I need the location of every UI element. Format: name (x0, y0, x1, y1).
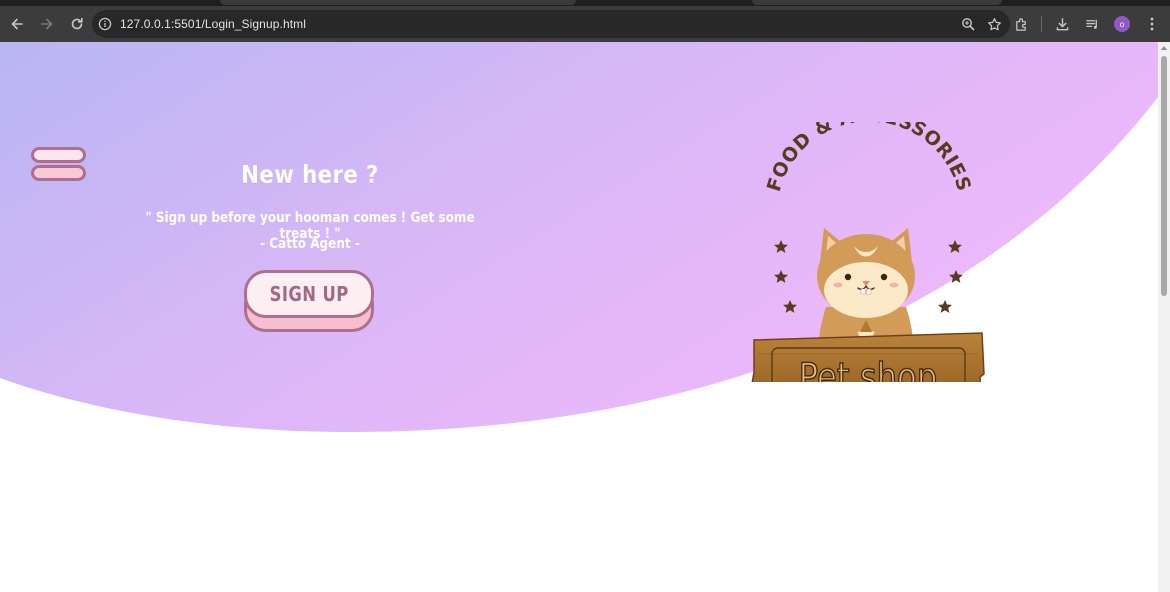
toolbar-actions: o (1009, 10, 1164, 38)
page-viewport: New here ? " Sign up before your hooman … (0, 42, 1158, 592)
zoom-icon (962, 18, 975, 31)
panel-title: New here ? (241, 160, 379, 189)
browser-toolbar: 127.0.0.1:5501/Login_Signup.html o (0, 6, 1170, 42)
tab-hint-left[interactable] (220, 0, 576, 5)
sign-up-button-face: SIGN UP (244, 270, 374, 318)
logo-sign-text: Pet shop (799, 356, 938, 382)
bookmark-button[interactable] (986, 16, 1002, 32)
tab-hint-right[interactable] (752, 0, 1002, 5)
download-icon (1056, 17, 1068, 30)
zoom-button[interactable] (960, 16, 976, 32)
scrollbar-thumb[interactable] (1161, 56, 1167, 296)
address-bar[interactable]: 127.0.0.1:5501/Login_Signup.html (92, 10, 1010, 38)
reload-icon (71, 17, 83, 30)
arrow-left-icon (11, 18, 23, 30)
profile-button[interactable]: o (1110, 10, 1134, 38)
extensions-button[interactable] (1009, 10, 1033, 38)
menu-toggle-bar (31, 147, 86, 163)
wooden-sign: Pet shop (751, 332, 985, 382)
media-icon (1085, 19, 1097, 29)
menu-toggle-button[interactable] (31, 147, 87, 183)
kebab-menu-icon (1150, 17, 1154, 31)
sign-up-label: SIGN UP (269, 282, 349, 306)
scroll-up-arrow-icon[interactable] (1161, 46, 1167, 50)
reload-button[interactable] (63, 10, 91, 38)
menu-toggle-bar (31, 165, 86, 181)
star-icon (987, 17, 1001, 30)
page-scrollbar[interactable] (1158, 42, 1170, 592)
toolbar-separator (1041, 16, 1042, 32)
back-button[interactable] (3, 10, 31, 38)
media-button[interactable] (1080, 10, 1104, 38)
arrow-right-icon (41, 18, 53, 30)
logo-arc-text: FOOD & ACCESSORIES (763, 122, 975, 194)
avatar: o (1114, 16, 1130, 32)
downloads-button[interactable] (1050, 10, 1074, 38)
puzzle-icon (1015, 17, 1026, 31)
forward-button[interactable] (33, 10, 61, 38)
panel-author: - Catto Agent - (260, 236, 360, 252)
browser-menu-button[interactable] (1140, 10, 1164, 38)
url-text[interactable]: 127.0.0.1:5501/Login_Signup.html (120, 17, 306, 31)
sign-up-button[interactable]: SIGN UP (244, 270, 374, 332)
pet-shop-logo: FOOD & ACCESSORIES (751, 122, 985, 382)
info-icon[interactable] (98, 17, 112, 31)
